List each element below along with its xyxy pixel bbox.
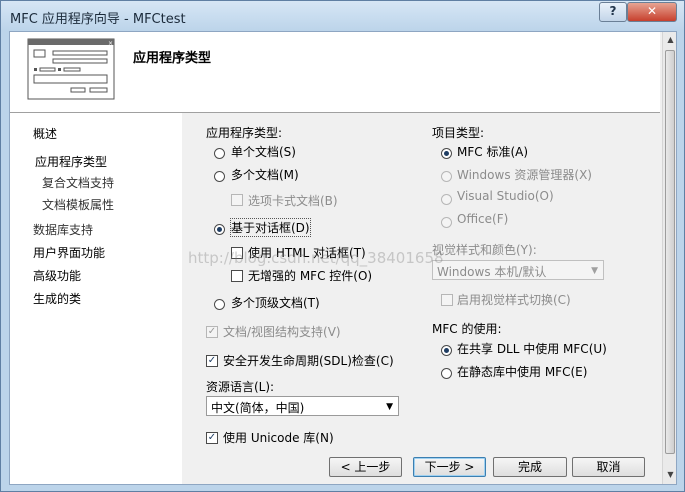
nav-item-advanced[interactable]: 高级功能 [33,267,81,284]
doc-view-checkbox[interactable]: ✓ [206,326,218,338]
wizard-dialog-icon: × [27,38,115,100]
single-doc-radio[interactable] [214,148,225,159]
next-button[interactable]: 下一步 > [413,457,486,477]
project-type-label: 项目类型: [432,126,485,140]
vertical-scrollbar[interactable]: ▲ ▼ [662,32,676,484]
wizard-client-area: × 应用程序类型 概述 应用程序类型 复合文档支持 文档模板属性 数据库支持 用… [9,31,677,485]
sdl-label[interactable]: 安全开发生命周期(SDL)检查(C) [223,352,394,369]
app-type-label: 应用程序类型: [206,126,283,140]
chevron-down-icon: ▼ [591,266,598,276]
svg-text:×: × [108,40,113,47]
window-title: MFC 应用程序向导 - MFCtest [10,12,186,27]
no-enhanced-mfc-label[interactable]: 无增强的 MFC 控件(O) [248,267,372,284]
nav-item-overview[interactable]: 概述 [33,125,57,142]
scroll-up-icon[interactable]: ▲ [664,33,676,47]
nav-item-app-type[interactable]: 应用程序类型 [35,153,107,170]
visual-style-switch-checkbox[interactable] [441,294,453,306]
office-label[interactable]: Office(F) [457,212,508,226]
shared-dll-label[interactable]: 在共享 DLL 中使用 MFC(U) [457,340,607,357]
tabbed-docs-checkbox[interactable] [231,194,243,206]
mfc-standard-label[interactable]: MFC 标准(A) [457,143,528,160]
title-bar[interactable]: MFC 应用程序向导 - MFCtest ? ✕ [1,1,684,31]
chevron-down-icon: ▼ [386,402,393,412]
scroll-thumb[interactable] [665,50,675,454]
doc-view-label[interactable]: 文档/视图结构支持(V) [223,323,341,340]
single-doc-label[interactable]: 单个文档(S) [231,143,296,160]
wizard-window: MFC 应用程序向导 - MFCtest ? ✕ × 应用程序类型 概述 应用程… [0,0,685,492]
unicode-checkbox[interactable]: ✓ [206,432,218,444]
finish-button[interactable]: 完成 [493,457,567,477]
visual-studio-radio[interactable] [441,194,452,205]
visual-studio-label[interactable]: Visual Studio(O) [457,189,554,203]
visual-style-switch-label[interactable]: 启用视觉样式切换(C) [457,291,571,308]
nav-item-generated-classes[interactable]: 生成的类 [33,290,81,307]
page-title: 应用程序类型 [133,51,212,66]
multi-doc-radio[interactable] [214,171,225,182]
nav-item-doc-template[interactable]: 文档模板属性 [42,196,114,213]
multi-top-level-label[interactable]: 多个顶级文档(T) [231,294,320,311]
help-button[interactable]: ? [599,2,627,22]
shared-dll-radio[interactable] [441,345,452,356]
unicode-label[interactable]: 使用 Unicode 库(N) [223,429,334,446]
wizard-nav-panel: 概述 应用程序类型 复合文档支持 文档模板属性 数据库支持 用户界面功能 高级功… [10,113,182,484]
visual-style-select[interactable]: Windows 本机/默认 ▼ [432,260,604,280]
sdl-checkbox[interactable]: ✓ [206,355,218,367]
windows-explorer-radio[interactable] [441,171,452,182]
static-lib-label[interactable]: 在静态库中使用 MFC(E) [457,363,587,380]
visual-style-value: Windows 本机/默认 [437,265,547,279]
visual-style-label: 视觉样式和颜色(Y): [432,243,537,257]
dialog-based-label[interactable]: 基于对话框(D) [230,218,311,237]
nav-item-ui-features[interactable]: 用户界面功能 [33,244,105,261]
nav-item-database[interactable]: 数据库支持 [33,221,93,238]
multi-doc-label[interactable]: 多个文档(M) [231,166,299,183]
static-lib-radio[interactable] [441,368,452,379]
multi-top-level-radio[interactable] [214,299,225,310]
nav-item-compound-doc[interactable]: 复合文档支持 [42,174,114,191]
mfc-use-label: MFC 的使用: [432,322,502,336]
wizard-header: × 应用程序类型 [10,32,660,113]
resource-lang-value: 中文(简体，中国) [211,401,305,415]
resource-lang-select[interactable]: 中文(简体，中国) ▼ [206,396,399,416]
prev-button[interactable]: < 上一步 [329,457,402,477]
windows-explorer-label[interactable]: Windows 资源管理器(X) [457,166,592,183]
office-radio[interactable] [441,217,452,228]
dialog-based-radio[interactable] [214,224,225,235]
cancel-button[interactable]: 取消 [572,457,645,477]
watermark: http://blog.csdn.net/qq_38401658 [188,249,444,267]
close-button[interactable]: ✕ [627,2,677,22]
no-enhanced-mfc-checkbox[interactable] [231,270,243,282]
scroll-down-icon[interactable]: ▼ [664,468,676,482]
resource-lang-label: 资源语言(L): [206,380,275,394]
mfc-standard-radio[interactable] [441,148,452,159]
tabbed-docs-label[interactable]: 选项卡式文档(B) [248,192,338,209]
